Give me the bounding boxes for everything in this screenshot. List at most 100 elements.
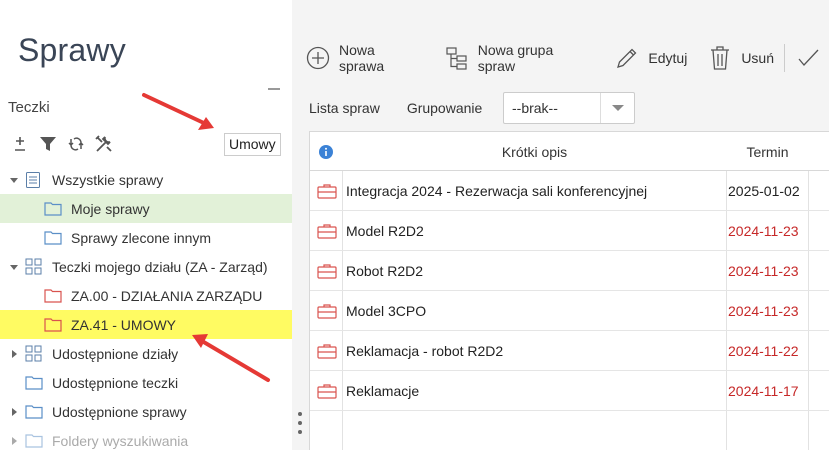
- case-deadline: 2024-11-23: [728, 303, 799, 319]
- folder-tree: Wszystkie sprawy Moje sprawy Sprawy zlec…: [0, 165, 292, 450]
- settings-tools-icon[interactable]: [94, 133, 114, 155]
- tree-item-label: Teczki mojego działu (ZA - Zarząd): [52, 258, 268, 275]
- case-deadline: 2024-11-23: [728, 263, 799, 279]
- tree-item-delegated-cases[interactable]: Sprawy zlecone innym: [0, 223, 292, 252]
- folders-panel: Sprawy Teczki Umowy Wszystkie sprawy Moj…: [0, 0, 292, 450]
- case-description: Robot R2D2: [346, 263, 424, 279]
- table-row[interactable]: Integracja 2024 - Rezerwacja sali konfer…: [310, 171, 829, 211]
- checkmark-icon: [795, 45, 821, 71]
- folder-filter-input[interactable]: Umowy: [224, 133, 281, 156]
- panel-tools: [10, 133, 114, 155]
- tree-item-label: Udostępnione sprawy: [52, 403, 187, 420]
- folder-red-icon: [44, 317, 62, 333]
- tree-item-label: ZA.41 - UMOWY: [71, 316, 177, 333]
- select-divider: [600, 93, 601, 123]
- panel-splitter[interactable]: [297, 412, 303, 434]
- table-row[interactable]: Reklamacja - robot R2D2 2024-11-22: [310, 331, 829, 371]
- tree-item-search-folders[interactable]: Foldery wyszukiwania: [0, 426, 292, 450]
- edit-label: Edytuj: [648, 50, 688, 66]
- edit-button[interactable]: Edytuj: [614, 40, 687, 76]
- tree-item-label: Udostępnione działy: [52, 345, 179, 362]
- grouping-label: Grupowanie: [406, 100, 483, 116]
- plus-circle-icon: [305, 45, 331, 71]
- collapse-arrow-icon[interactable]: [9, 436, 19, 446]
- case-description: Reklamacje: [346, 383, 420, 399]
- tree-item-label: Wszystkie sprawy: [52, 171, 164, 188]
- briefcase-icon: [317, 264, 337, 279]
- info-icon: [319, 144, 333, 159]
- folder-icon: [25, 404, 43, 420]
- grouping-value: --brak--: [512, 100, 558, 116]
- table-row[interactable]: Reklamacje 2024-11-17: [310, 371, 829, 411]
- info-column-header[interactable]: [310, 132, 342, 171]
- tree-item-all-cases[interactable]: Wszystkie sprawy: [0, 165, 292, 194]
- tree-item-shared-cases[interactable]: Udostępnione sprawy: [0, 397, 292, 426]
- confirm-button[interactable]: [795, 40, 829, 76]
- deadline-column-header[interactable]: Termin: [727, 132, 808, 171]
- table-header: Krótki opis Termin: [310, 132, 829, 171]
- tree-item-my-cases[interactable]: Moje sprawy: [0, 194, 292, 223]
- folder-icon: [25, 433, 43, 449]
- briefcase-icon: [317, 344, 337, 359]
- delete-button[interactable]: Usuń: [707, 40, 774, 76]
- case-description: Integracja 2024 - Rezerwacja sali konfer…: [346, 183, 648, 199]
- case-description: Reklamacja - robot R2D2: [346, 343, 504, 359]
- briefcase-icon: [317, 224, 337, 239]
- folder-icon: [44, 230, 62, 246]
- collapse-arrow-icon[interactable]: [9, 349, 19, 359]
- case-deadline: 2024-11-22: [728, 343, 799, 359]
- add-icon[interactable]: [10, 133, 30, 155]
- pencil-icon: [614, 45, 640, 71]
- folder-icon: [44, 201, 62, 217]
- refresh-icon[interactable]: [66, 133, 86, 155]
- tree-item-label: Sprawy zlecone innym: [71, 229, 212, 246]
- collapse-arrow-icon[interactable]: [9, 407, 19, 417]
- new-case-button[interactable]: Nowa sprawa: [305, 40, 424, 76]
- filter-icon[interactable]: [38, 133, 58, 155]
- case-deadline: 2024-11-17: [728, 383, 799, 399]
- department-icon: [25, 258, 43, 275]
- case-deadline: 2025-01-02: [728, 183, 800, 199]
- tree-item-za41[interactable]: ZA.41 - UMOWY: [0, 310, 292, 339]
- grouping-select[interactable]: --brak--: [503, 92, 635, 124]
- briefcase-icon: [317, 384, 337, 399]
- toolbar-separator: [784, 44, 785, 72]
- briefcase-icon: [317, 304, 337, 319]
- list-header: Lista spraw Grupowanie: [309, 93, 482, 123]
- tree-item-label: Udostępnione teczki: [52, 374, 179, 391]
- description-column-header[interactable]: Krótki opis: [343, 132, 726, 171]
- empty-row: [310, 411, 829, 450]
- tree-item-my-department[interactable]: Teczki mojego działu (ZA - Zarząd): [0, 252, 292, 281]
- tree-item-label: Moje sprawy: [71, 200, 150, 217]
- chevron-down-icon[interactable]: [612, 105, 624, 111]
- new-case-label: Nowa sprawa: [338, 42, 385, 74]
- all-cases-icon: [25, 171, 43, 188]
- toolbar: Nowa sprawa Nowa grupa spraw Edytuj Usuń: [305, 40, 829, 76]
- new-group-label: Nowa grupa spraw: [477, 42, 554, 74]
- tree-item-shared-departments[interactable]: Udostępnione działy: [0, 339, 292, 368]
- tree-item-shared-folders[interactable]: Udostępnione teczki: [0, 368, 292, 397]
- table-row[interactable]: Model R2D2 2024-11-23: [310, 211, 829, 251]
- tree-item-za00[interactable]: ZA.00 - DZIAŁANIA ZARZĄDU: [0, 281, 292, 310]
- folder-icon: [25, 375, 43, 391]
- briefcase-icon: [317, 184, 337, 199]
- trash-icon: [707, 45, 733, 71]
- table-row[interactable]: Robot R2D2 2024-11-23: [310, 251, 829, 291]
- delete-label: Usuń: [741, 50, 774, 66]
- tree-item-label: Foldery wyszukiwania: [52, 432, 189, 449]
- list-title: Lista spraw: [309, 100, 380, 116]
- case-description: Model R2D2: [346, 223, 424, 239]
- expand-arrow-icon[interactable]: [9, 262, 19, 272]
- tree-item-label: ZA.00 - DZIAŁANIA ZARZĄDU: [71, 287, 263, 304]
- new-group-button[interactable]: Nowa grupa spraw: [444, 40, 595, 76]
- department-icon: [25, 345, 43, 362]
- expand-arrow-icon[interactable]: [9, 175, 19, 185]
- cases-table: Krótki opis Termin Integracja 2024 - Rez…: [309, 131, 829, 450]
- case-deadline: 2024-11-23: [728, 223, 799, 239]
- panel-title: Teczki: [8, 99, 50, 116]
- group-tree-icon: [444, 45, 470, 71]
- folder-red-icon: [44, 288, 62, 304]
- minimize-panel-icon[interactable]: [268, 88, 280, 90]
- table-row[interactable]: Model 3CPO 2024-11-23: [310, 291, 829, 331]
- app-title: Sprawy: [18, 32, 126, 68]
